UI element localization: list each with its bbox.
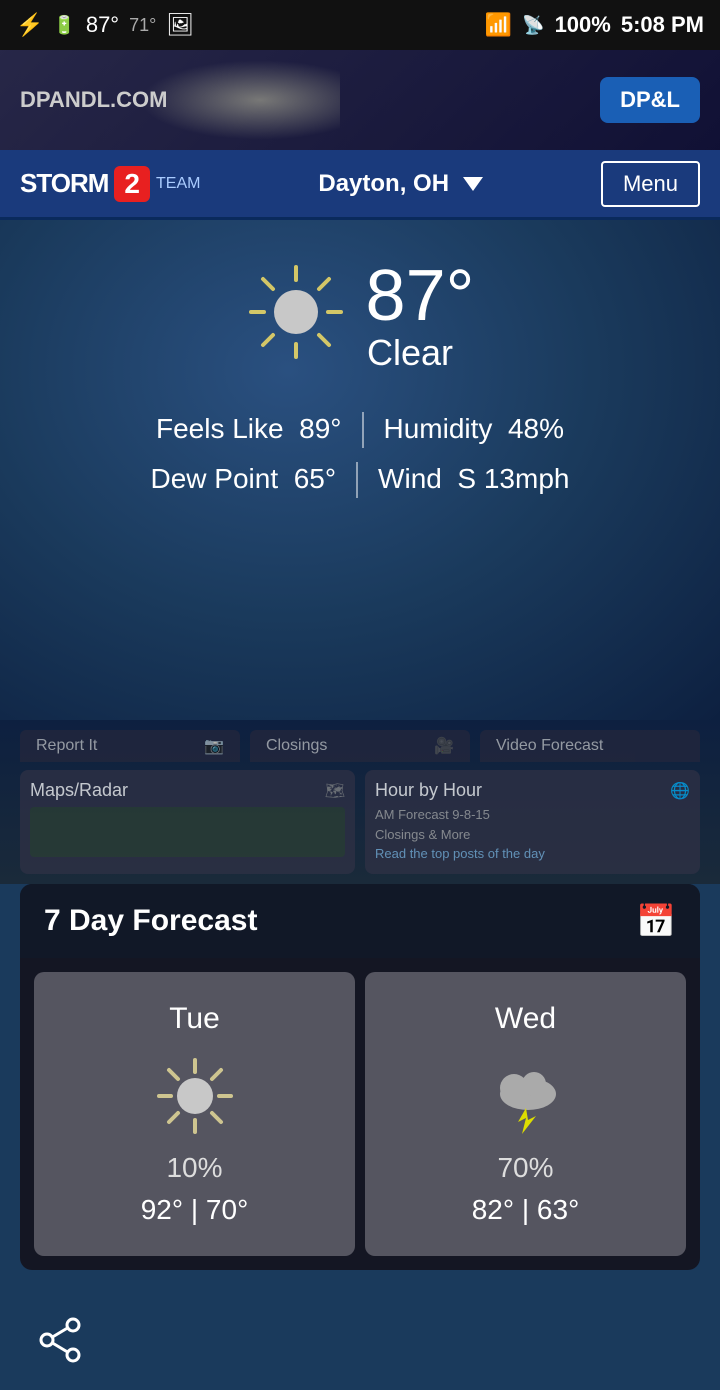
closings-more-item: Closings & More — [375, 825, 690, 845]
signal-icon: 📡 — [522, 15, 544, 36]
temperature-display: 87° Clear — [346, 260, 475, 374]
video-forecast-label: Video Forecast — [496, 737, 603, 755]
location-text: Dayton, OH — [318, 170, 449, 198]
dropdown-arrow-icon — [463, 177, 483, 191]
storm-team-label: TEAM — [156, 175, 200, 193]
forecast-percent-tue: 10% — [54, 1152, 335, 1184]
bottom-bar — [0, 1290, 720, 1390]
hour-sub-items: AM Forecast 9-8-15 Closings & More Read … — [375, 805, 690, 864]
forecast-section: 7 Day Forecast 📅 Tue 10% — [20, 884, 700, 1270]
temp-low-reading: 71° — [129, 15, 156, 36]
map-pin-icon: 🗺 — [325, 781, 345, 801]
current-weather-row: 87° Clear — [20, 260, 700, 374]
details-row-2: Dew Point 65° Wind S 13mph — [20, 454, 700, 504]
mini-map-preview — [30, 807, 345, 857]
forecast-card-tue[interactable]: Tue 10% 92° | 70° — [34, 972, 355, 1256]
status-right: 📶 📡 100% 5:08 PM — [485, 12, 704, 38]
photo-icon: 🖼 — [166, 12, 194, 38]
calendar-icon: 📅 — [636, 902, 676, 940]
dew-point: Dew Point 65° — [131, 454, 357, 504]
weather-details: Feels Like 89° Humidity 48% Dew Point 65… — [20, 404, 700, 505]
wind: Wind S 13mph — [358, 454, 589, 504]
ad-text: DPANDL.COM — [20, 87, 167, 113]
humidity: Humidity 48% — [364, 404, 585, 454]
share-icon — [35, 1315, 85, 1365]
forecast-percent-wed: 70% — [385, 1152, 666, 1184]
status-bar: ⚡ 🔋 87° 71° 🖼 📶 📡 100% 5:08 PM — [0, 0, 720, 50]
mini-cards-row: Maps/Radar 🗺 Hour by Hour 🌐 AM Forecast … — [20, 770, 700, 874]
multitask-overlay: Report It 📷 Closings 🎥 Video Forecast Ma… — [0, 720, 720, 884]
am-forecast-item: AM Forecast 9-8-15 — [375, 805, 690, 825]
forecast-day-tue: Tue — [54, 1002, 335, 1036]
share-button[interactable] — [30, 1310, 90, 1370]
forecast-temps-wed: 82° | 63° — [385, 1194, 666, 1226]
storm-logo: STORM 2 TEAM — [20, 166, 200, 202]
weather-main: 87° Clear Feels Like 89° Humidity 48% De… — [0, 220, 720, 720]
maps-radar-label: Maps/Radar — [30, 780, 128, 801]
posts-item: Read the top posts of the day — [375, 844, 690, 864]
mini-tabs-row: Report It 📷 Closings 🎥 Video Forecast — [20, 730, 700, 762]
maps-card-header: Maps/Radar 🗺 — [30, 780, 345, 801]
maps-radar-card[interactable]: Maps/Radar 🗺 — [20, 770, 355, 874]
report-it-mini[interactable]: Report It 📷 — [20, 730, 240, 762]
ad-banner[interactable]: DPANDL.COM DP&L — [0, 50, 720, 150]
camera-icon: 📷 — [204, 736, 224, 756]
hour-by-hour-card[interactable]: Hour by Hour 🌐 AM Forecast 9-8-15 Closin… — [365, 770, 700, 874]
app-header: STORM 2 TEAM Dayton, OH Menu — [0, 150, 720, 220]
forecast-temps-tue: 92° | 70° — [54, 1194, 335, 1226]
hour-card-header: Hour by Hour 🌐 — [375, 780, 690, 801]
thunderstorm-icon — [486, 1056, 566, 1136]
forecast-card-wed[interactable]: Wed 70% 82° | 63° — [365, 972, 686, 1256]
forecast-cards: Tue 10% 92° | 70° — [20, 958, 700, 1270]
location-selector[interactable]: Dayton, OH — [318, 170, 483, 198]
wifi-icon: 📶 — [485, 12, 512, 38]
menu-button[interactable]: Menu — [601, 161, 700, 207]
feels-like: Feels Like 89° — [136, 404, 362, 454]
video-forecast-mini[interactable]: Video Forecast — [480, 730, 700, 762]
sun-weather-icon — [246, 262, 346, 362]
forecast-header: 7 Day Forecast 📅 — [20, 884, 700, 958]
globe-icon: 🌐 — [670, 781, 690, 801]
report-it-label: Report It — [36, 737, 97, 755]
clock: 5:08 PM — [621, 12, 704, 38]
usb-icon: ⚡ — [16, 12, 43, 38]
closings-mini[interactable]: Closings 🎥 — [250, 730, 470, 762]
details-row-1: Feels Like 89° Humidity 48% — [20, 404, 700, 454]
closings-label: Closings — [266, 737, 327, 755]
hour-by-hour-label: Hour by Hour — [375, 780, 482, 801]
sunny-icon — [155, 1056, 235, 1136]
battery-percent-icon: 🔋 — [53, 15, 75, 36]
ad-logo[interactable]: DP&L — [600, 77, 700, 123]
temp-reading: 87° — [86, 12, 119, 38]
forecast-title: 7 Day Forecast — [44, 904, 257, 938]
forecast-day-wed: Wed — [385, 1002, 666, 1036]
battery-level: 100% — [555, 12, 611, 38]
storm-text: STORM — [20, 168, 108, 199]
storm-badge-number: 2 — [114, 166, 150, 202]
video-icon: 🎥 — [434, 736, 454, 756]
status-left: ⚡ 🔋 87° 71° 🖼 — [16, 12, 194, 38]
